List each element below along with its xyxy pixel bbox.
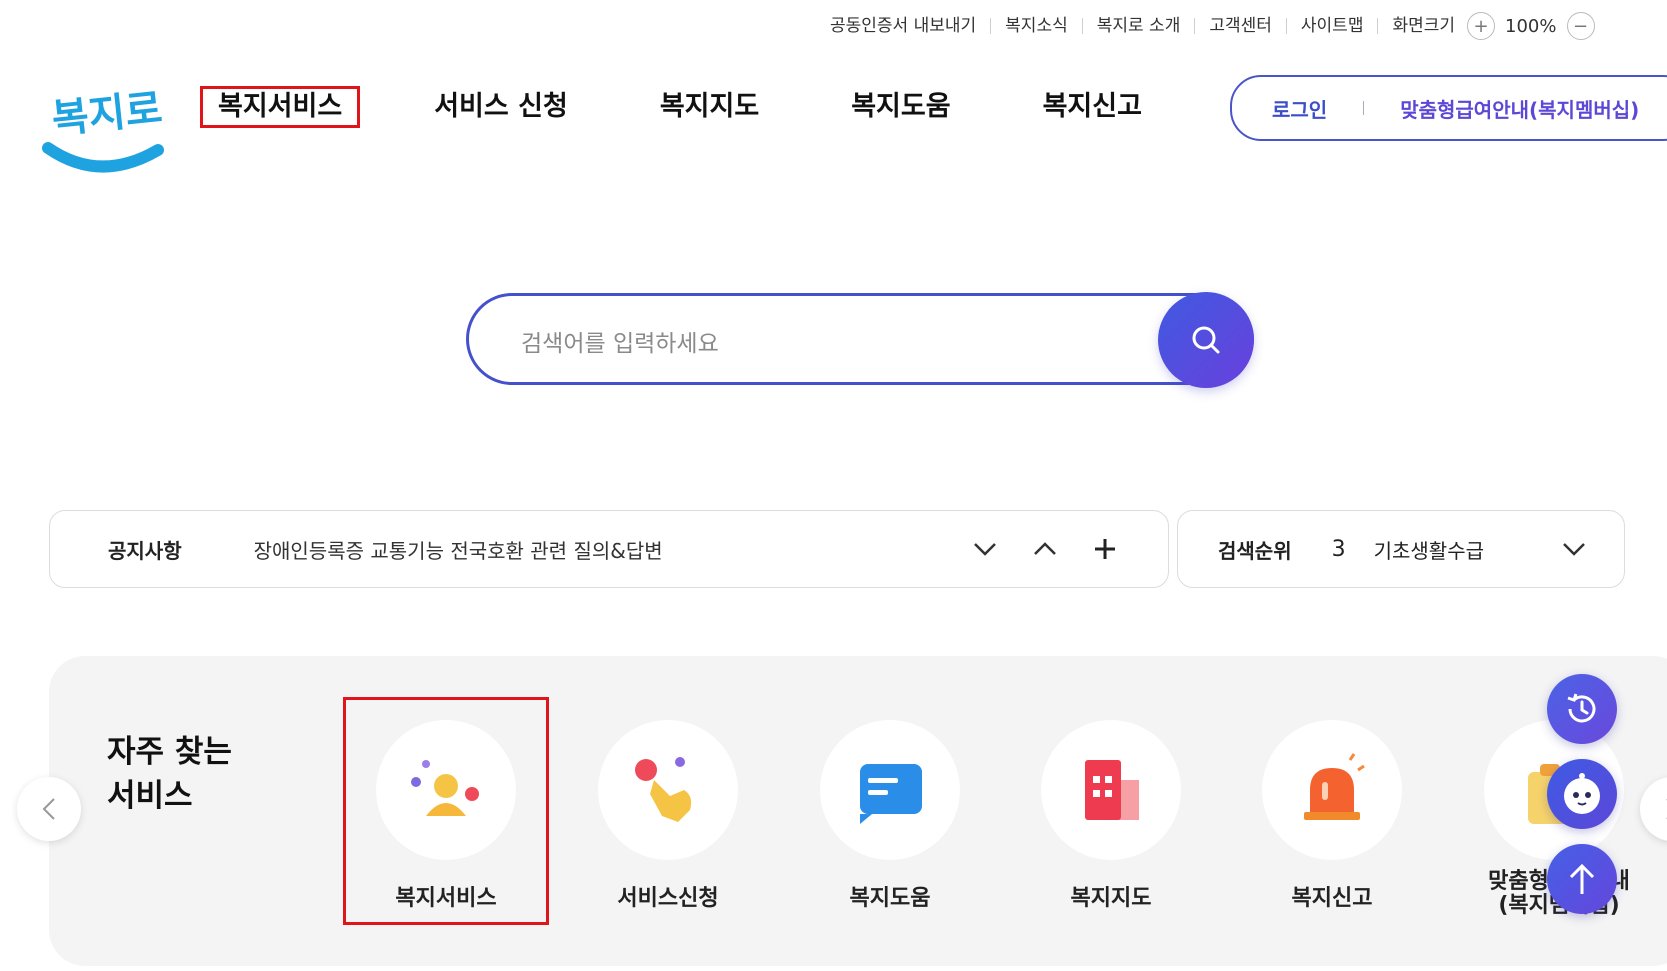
service-icon-circle	[820, 720, 960, 860]
zoom-value: 100%	[1505, 15, 1557, 37]
rank-title: 검색순위	[1218, 538, 1292, 563]
scroll-top-button[interactable]	[1547, 844, 1617, 914]
utility-customer-center[interactable]: 고객센터	[1194, 18, 1286, 35]
service-label: 복지지도	[1070, 886, 1152, 911]
logo-image: 복지로	[42, 86, 165, 173]
search-icon	[1192, 326, 1220, 354]
utility-news[interactable]: 복지소식	[990, 18, 1082, 35]
search-input[interactable]: 검색어를 입력하세요	[466, 293, 1254, 385]
utility-bar: 공동인증서 내보내기 복지소식 복지로 소개 고객센터 사이트맵 화면크기 + …	[830, 12, 1601, 40]
service-tile-welfare-report[interactable]: 복지신고	[1262, 720, 1402, 912]
service-icon-circle	[598, 720, 738, 860]
notice-next-button[interactable]	[970, 534, 1000, 564]
search-placeholder: 검색어를 입력하세요	[521, 331, 719, 357]
alarm-siren-icon	[1304, 753, 1365, 820]
main-nav: 복지서비스 서비스 신청 복지지도 복지도움 복지신고	[200, 86, 1216, 128]
building-icon	[1085, 760, 1139, 820]
nav-welfare-service[interactable]: 복지서비스	[200, 86, 361, 128]
utility-about[interactable]: 복지로 소개	[1081, 18, 1195, 35]
utility-sitemap[interactable]: 사이트맵	[1285, 18, 1378, 35]
frequent-title-line1: 자주 찾는	[107, 734, 232, 770]
zoom-in-button[interactable]: +	[1467, 12, 1496, 40]
plus-icon	[1095, 539, 1115, 559]
search-button[interactable]	[1158, 292, 1254, 388]
recent-history-button[interactable]	[1547, 674, 1617, 744]
nav-welfare-help[interactable]: 복지도움	[833, 86, 968, 128]
search-rank-bar: 검색순위 3 기초생활수급	[1177, 510, 1625, 588]
rank-expand-button[interactable]	[1562, 542, 1586, 556]
carousel-prev-button[interactable]	[17, 777, 81, 841]
highlight-box	[343, 697, 549, 925]
notice-title: 공지사항	[108, 538, 182, 563]
chatbot-button[interactable]	[1547, 759, 1617, 829]
arrow-up-icon	[1569, 863, 1595, 894]
chevron-down-icon	[974, 543, 996, 556]
notice-prev-button[interactable]	[1030, 534, 1060, 564]
history-icon	[1567, 693, 1596, 723]
notice-more-button[interactable]	[1090, 534, 1120, 564]
chevron-up-icon	[1034, 542, 1056, 555]
frequent-title-line2: 서비스	[107, 778, 193, 814]
nav-welfare-map[interactable]: 복지지도	[642, 86, 777, 128]
nav-service-apply[interactable]: 서비스 신청	[416, 86, 586, 128]
account-box: 로그인 맞춤형급여안내(복지멤버십)	[1230, 75, 1667, 141]
notice-text[interactable]: 장애인등록증 교통기능 전국호환 관련 질의&답변	[254, 535, 970, 564]
membership-link[interactable]: 맞춤형급여안내(복지멤버십)	[1400, 94, 1639, 123]
service-icon-circle	[1041, 720, 1181, 860]
chevron-down-icon	[1563, 543, 1585, 556]
zoom-out-button[interactable]: −	[1566, 12, 1595, 40]
hand-tap-icon	[635, 757, 692, 822]
site-logo[interactable]: 복지로	[40, 66, 170, 182]
service-tile-welfare-map[interactable]: 복지지도	[1041, 720, 1181, 912]
utility-cert-export[interactable]: 공동인증서 내보내기	[830, 18, 990, 35]
service-label: 복지신고	[1291, 886, 1373, 911]
service-tile-welfare-help[interactable]: 복지도움	[820, 720, 960, 912]
svg-text:복지로: 복지로	[50, 86, 165, 143]
divider	[1363, 101, 1365, 115]
service-label: 서비스신청	[617, 886, 719, 911]
service-icon-circle	[1262, 720, 1402, 860]
nav-welfare-report[interactable]: 복지신고	[1025, 86, 1160, 128]
service-label: 복지도움	[849, 886, 931, 911]
chevron-left-icon	[42, 798, 55, 820]
service-tile-service-apply[interactable]: 서비스신청	[598, 720, 738, 912]
rank-keyword[interactable]: 기초생활수급	[1374, 535, 1562, 564]
chatbot-icon	[1564, 773, 1600, 814]
zoom-label: 화면크기	[1377, 18, 1461, 35]
rank-number: 3	[1331, 536, 1346, 562]
frequent-services-title: 자주 찾는 서비스	[107, 730, 232, 818]
notice-bar: 공지사항 장애인등록증 교통기능 전국호환 관련 질의&답변	[49, 510, 1169, 588]
login-link[interactable]: 로그인	[1272, 94, 1327, 123]
chat-card-icon	[860, 764, 922, 824]
